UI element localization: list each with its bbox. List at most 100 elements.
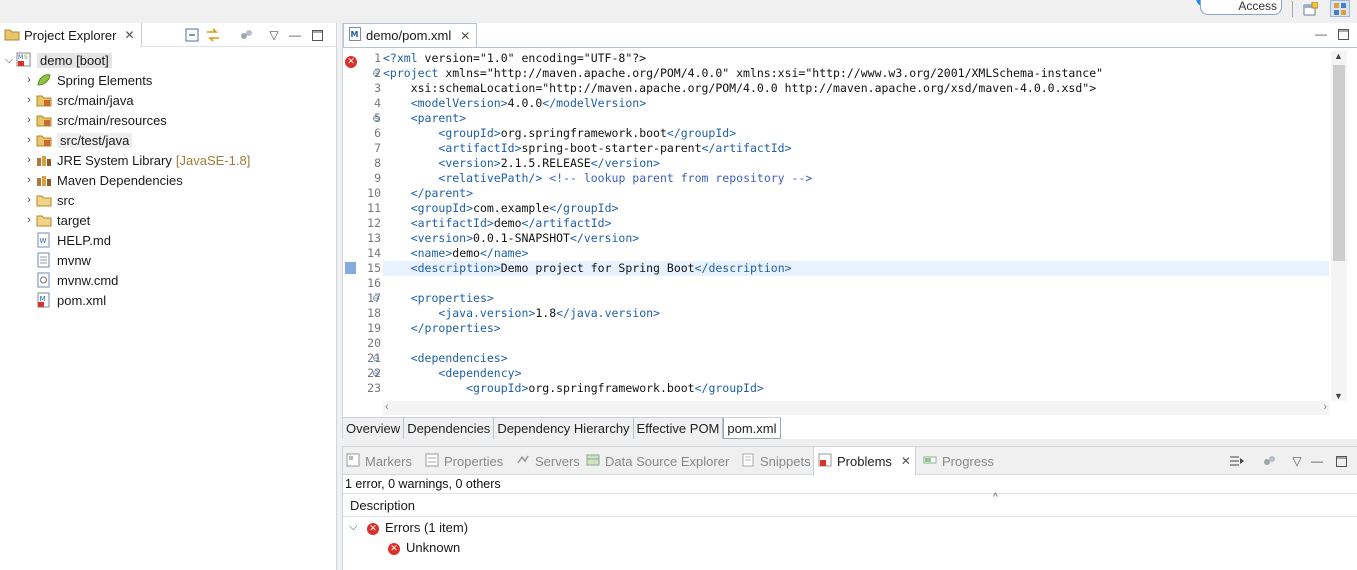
tab-editor-pom[interactable]: M demo/pom.xml ✕ <box>343 23 478 47</box>
tree-item-src-main-resources[interactable]: › src/main/resources <box>0 110 336 130</box>
java-ee-perspective-icon[interactable] <box>1330 0 1350 17</box>
chevron-right-icon[interactable]: › <box>22 94 36 106</box>
tree-item-jre-system-library[interactable]: › JRE System Library [JavaSE-1.8] <box>0 150 336 170</box>
tree-item-target[interactable]: › target <box>0 210 336 230</box>
tab-effective-pom[interactable]: Effective POM <box>634 418 724 439</box>
group-label: Errors (1 item) <box>385 519 469 535</box>
fold-collapse-icon[interactable]: ⊖ <box>371 366 381 381</box>
tab-progress[interactable]: Progress <box>923 447 994 475</box>
tab-problems[interactable]: Problems ✕ <box>813 447 916 475</box>
tab-dependencies[interactable]: Dependencies <box>404 418 495 439</box>
tab-dependency-hierarchy[interactable]: Dependency Hierarchy <box>494 418 634 439</box>
problems-item[interactable]: ✕ Unknown <box>343 537 1357 557</box>
vertical-scrollbar[interactable]: ▲ ▼ <box>1331 51 1347 401</box>
code-line[interactable]: <parent> <box>383 111 1329 126</box>
code-line[interactable]: </parent> <box>383 186 1329 201</box>
project-explorer-icon <box>4 27 20 44</box>
view-filter-icon[interactable] <box>1261 453 1277 469</box>
code-line[interactable]: <java.version>1.8</java.version> <box>383 306 1329 321</box>
link-with-editor-icon[interactable] <box>205 27 221 43</box>
fold-collapse-icon[interactable]: ⊖ <box>371 111 381 126</box>
maximize-icon[interactable] <box>309 27 325 43</box>
error-marker-icon[interactable]: ✕ <box>345 53 357 68</box>
chevron-down-icon[interactable]: ⌵ <box>349 521 363 534</box>
minimize-icon[interactable]: — <box>1309 453 1325 469</box>
fold-collapse-icon[interactable]: ⊖ <box>371 291 381 306</box>
scroll-down-icon[interactable]: ▼ <box>1334 391 1343 401</box>
code-line[interactable]: <properties> <box>383 291 1329 306</box>
scroll-right-icon[interactable]: › <box>1323 401 1327 413</box>
tab-markers[interactable]: Markers <box>346 447 412 475</box>
tree-item-mvnw[interactable]: mvnw <box>0 250 336 270</box>
chevron-right-icon[interactable]: › <box>22 174 36 186</box>
chevron-right-icon[interactable]: › <box>22 134 36 146</box>
tree-item-mvnw-cmd[interactable]: mvnw.cmd <box>0 270 336 290</box>
tree-item-demo[interactable]: ⌵ MS demo [boot] <box>0 50 336 70</box>
chevron-down-icon[interactable]: ▽ <box>1289 453 1305 469</box>
close-icon[interactable]: ✕ <box>901 454 911 468</box>
minimize-icon[interactable]: — <box>1313 26 1329 42</box>
code-line[interactable]: <groupId>com.example</groupId> <box>383 201 1329 216</box>
tree-item-maven-dependencies[interactable]: › Maven Dependencies <box>0 170 336 190</box>
tab-label: Markers <box>365 453 412 469</box>
tab-project-explorer[interactable]: Project Explorer ✕ <box>0 23 142 47</box>
code-line[interactable]: <description>Demo project for Spring Boo… <box>383 261 1329 276</box>
focus-on-active-task-icon[interactable] <box>1229 453 1245 469</box>
close-icon[interactable]: ✕ <box>124 28 134 42</box>
code-line[interactable]: ​ <box>383 336 1329 351</box>
code-line[interactable]: <version>0.0.1-SNAPSHOT</version> <box>383 231 1329 246</box>
tab-snippets[interactable]: Snippets <box>741 447 811 475</box>
tab-data-source-explorer[interactable]: Data Source Explorer <box>586 447 729 475</box>
code-line[interactable]: <name>demo</name> <box>383 246 1329 261</box>
xml-source-text[interactable]: <?xml version="1.0" encoding="UTF-8"?> <p… <box>383 51 1329 397</box>
chevron-down-icon[interactable]: ▽ <box>266 27 282 43</box>
collapse-all-icon[interactable] <box>184 27 200 43</box>
chevron-right-icon[interactable]: › <box>22 194 36 206</box>
code-line[interactable]: <dependency> <box>383 366 1329 381</box>
view-menu-filter-icon[interactable] <box>238 27 254 43</box>
chevron-right-icon[interactable]: › <box>22 74 36 86</box>
chevron-right-icon[interactable]: › <box>22 114 36 126</box>
column-header-description[interactable]: Description ^ <box>343 492 1357 517</box>
chevron-right-icon[interactable]: › <box>22 154 36 166</box>
code-line[interactable]: ​ <box>383 276 1329 291</box>
close-icon[interactable]: ✕ <box>460 29 470 43</box>
maximize-icon[interactable] <box>1335 26 1351 42</box>
open-perspective-icon[interactable] <box>1300 0 1320 17</box>
tree-item-help-md[interactable]: W HELP.md <box>0 230 336 250</box>
scrollbar-thumb[interactable] <box>1333 65 1345 261</box>
code-line[interactable]: <modelVersion>4.0.0</modelVersion> <box>383 96 1329 111</box>
tab-properties[interactable]: Properties <box>425 447 503 475</box>
code-line[interactable]: <artifactId>spring-boot-starter-parent</… <box>383 141 1329 156</box>
tree-item-src-main-java[interactable]: › src/main/java <box>0 90 336 110</box>
code-line[interactable]: <groupId>org.springframework.boot</group… <box>383 126 1329 141</box>
tab-overview[interactable]: Overview <box>343 418 405 439</box>
tab-servers[interactable]: Servers <box>516 447 580 475</box>
quick-access-field[interactable]: Access <box>1200 0 1282 15</box>
chevron-down-icon[interactable]: ⌵ <box>2 54 16 67</box>
code-line[interactable]: </properties> <box>383 321 1329 336</box>
tree-item-src-test-java[interactable]: › src/test/java <box>0 130 336 150</box>
code-line[interactable]: <dependencies> <box>383 351 1329 366</box>
tree-item-src[interactable]: › src <box>0 190 336 210</box>
code-line[interactable]: <artifactId>demo</artifactId> <box>383 216 1329 231</box>
fold-collapse-icon[interactable]: ⊖ <box>371 66 381 81</box>
code-line[interactable]: <version>2.1.5.RELEASE</version> <box>383 156 1329 171</box>
code-line[interactable]: <project xmlns="http://maven.apache.org/… <box>383 66 1329 81</box>
tree-item-spring-elements[interactable]: › Spring Elements <box>0 70 336 90</box>
scroll-up-icon[interactable]: ▲ <box>1334 51 1343 61</box>
minimize-icon[interactable]: — <box>287 27 303 43</box>
tree-item-label: mvnw.cmd <box>57 272 119 288</box>
problems-group-errors[interactable]: ⌵ ✕ Errors (1 item) <box>343 517 1357 537</box>
tree-item-pom-xml[interactable]: M pom.xml <box>0 290 336 310</box>
fold-collapse-icon[interactable]: ⊖ <box>371 351 381 366</box>
horizontal-scrollbar[interactable]: ‹ › <box>383 401 1329 415</box>
code-line[interactable]: <?xml version="1.0" encoding="UTF-8"?> <box>383 51 1329 66</box>
code-line[interactable]: <groupId>org.springframework.boot</group… <box>383 381 1329 396</box>
code-line[interactable]: <relativePath/> <!-- lookup parent from … <box>383 171 1329 186</box>
code-line[interactable]: xsi:schemaLocation="http://maven.apache.… <box>383 81 1329 96</box>
tab-pom-xml[interactable]: pom.xml <box>723 418 781 439</box>
scroll-left-icon[interactable]: ‹ <box>385 401 389 413</box>
maximize-icon[interactable] <box>1333 453 1349 469</box>
chevron-right-icon[interactable]: › <box>22 214 36 226</box>
